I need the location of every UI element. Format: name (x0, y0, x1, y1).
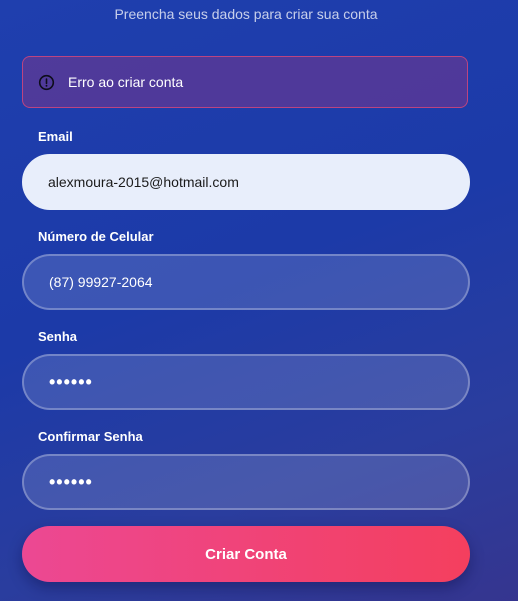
email-label: Email (38, 129, 73, 144)
confirm-password-label: Confirmar Senha (38, 429, 143, 444)
error-message: Erro ao criar conta (68, 74, 184, 90)
confirm-password-value: •••••• (49, 471, 93, 492)
alert-circle-icon (38, 74, 55, 91)
password-label: Senha (38, 329, 78, 344)
password-field[interactable]: •••••• (22, 354, 470, 410)
phone-label: Número de Celular (38, 229, 154, 244)
confirm-password-field[interactable]: •••••• (22, 454, 470, 510)
error-alert: Erro ao criar conta (22, 56, 468, 108)
email-field[interactable]: alexmoura-2015@hotmail.com (22, 154, 470, 210)
create-account-button[interactable]: Criar Conta (22, 526, 470, 582)
email-value: alexmoura-2015@hotmail.com (48, 174, 239, 190)
phone-field[interactable]: (87) 99927-2064 (22, 254, 470, 310)
password-value: •••••• (49, 371, 93, 392)
page-subtitle: Preencha seus dados para criar sua conta (114, 6, 378, 22)
phone-value: (87) 99927-2064 (49, 274, 153, 290)
